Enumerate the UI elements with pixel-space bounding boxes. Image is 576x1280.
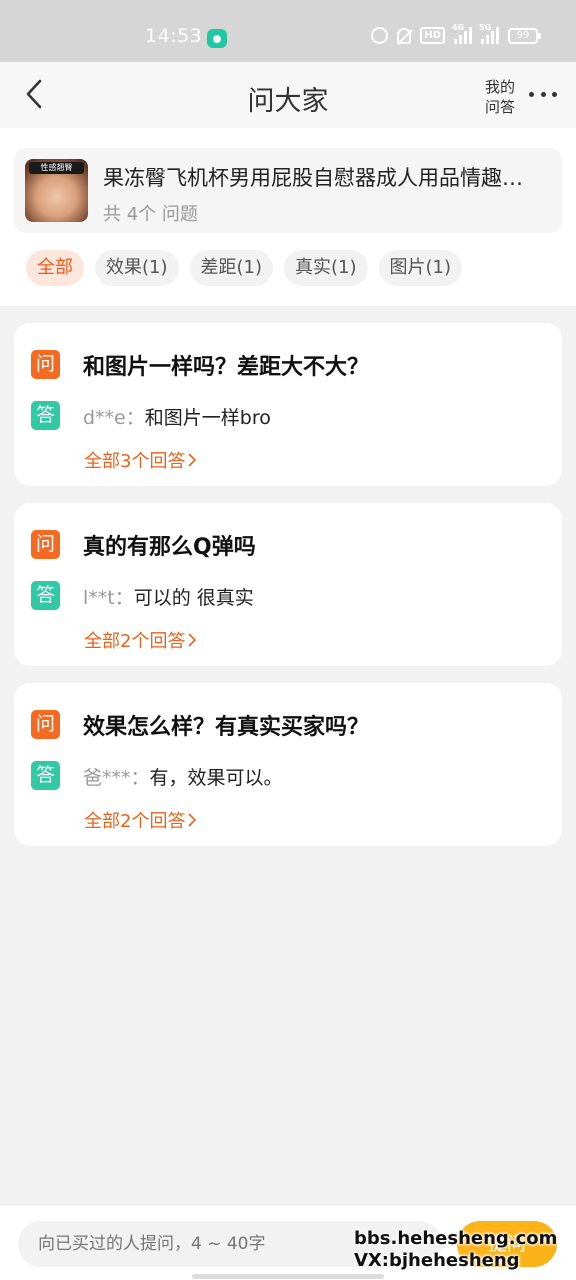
watermark: bbs.hehesheng.com VX:bjhehesheng [354,1228,557,1272]
question-badge-icon: 问 [31,530,60,559]
more-button[interactable] [525,86,561,102]
hd-icon: HD [420,27,445,44]
qa-card[interactable]: 问 和图片一样吗？差距大不大？ 答 d**e：和图片一样bro 全部3个回答 [14,323,562,486]
answer-user: 爸***： [83,767,150,789]
product-name: 果冻臀飞机杯男用屁股自慰器成人用品情趣用品 [103,166,543,190]
my-qa-link[interactable]: 我的问答 [482,77,518,117]
question-badge-icon: 问 [31,350,60,379]
alarm-icon [371,27,389,44]
question-count: 共 4个 问题 [103,204,198,225]
all-answers-link[interactable]: 全部3个回答 [84,447,197,473]
product-card[interactable]: 性感翘臀 果冻臀飞机杯男用屁股自慰器成人用品情趣用品 共 4个 问题 [14,148,562,233]
filter-tag-difference[interactable]: 差距(1) [189,250,273,286]
all-answers-link[interactable]: 全部2个回答 [84,627,197,653]
qa-list: 问 和图片一样吗？差距大不大？ 答 d**e：和图片一样bro 全部3个回答 问… [14,323,562,863]
answer-line: l**t：可以的 很真实 [83,583,254,610]
thumb-label: 性感翘臀 [29,162,84,174]
answer-line: 爸***：有，效果可以。 [83,763,283,790]
notification-app-icon [207,29,227,48]
answer-user: d**e： [83,407,145,429]
answer-text: 有，效果可以。 [149,767,283,789]
all-answers-label: 全部2个回答 [84,811,186,832]
watermark-line-2: VX:bjhehesheng [354,1250,520,1271]
chevron-right-icon [188,453,197,467]
chevron-right-icon [188,813,197,827]
all-answers-link[interactable]: 全部2个回答 [84,807,197,833]
status-time: 14:53 [145,25,203,47]
filter-tag-real[interactable]: 真实(1) [284,250,368,286]
watermark-line-1: bbs.hehesheng.com [354,1228,558,1249]
all-answers-label: 全部3个回答 [84,451,186,472]
signal-5g-icon: 5G [479,23,499,44]
answer-badge-icon: 答 [31,761,60,790]
answer-text: 和图片一样bro [144,407,271,429]
filter-bar: 全部 效果(1) 差距(1) 真实(1) 图片(1) [26,250,462,286]
filter-tag-images[interactable]: 图片(1) [378,250,462,286]
question-text: 真的有那么Q弹吗 [83,535,256,560]
battery-icon: 99 [508,27,541,44]
qa-card[interactable]: 问 真的有那么Q弹吗 答 l**t：可以的 很真实 全部2个回答 [14,503,562,666]
home-indicator [192,1274,384,1279]
nav-bar: 问大家 我的问答 [0,62,576,128]
product-thumbnail: 性感翘臀 [25,159,88,222]
answer-badge-icon: 答 [31,581,60,610]
header-panel: 性感翘臀 果冻臀飞机杯男用屁股自慰器成人用品情趣用品 共 4个 问题 全部 效果… [0,128,576,306]
question-text: 和图片一样吗？差距大不大？ [83,355,370,380]
answer-text: 可以的 很真实 [133,587,254,609]
answer-line: d**e：和图片一样bro [83,403,271,430]
question-text: 效果怎么样？有真实买家吗？ [83,715,370,740]
answer-user: l**t： [83,587,134,609]
filter-tag-all[interactable]: 全部 [26,250,84,286]
chevron-right-icon [188,633,197,647]
filter-tag-effect[interactable]: 效果(1) [95,250,179,286]
more-dots-icon [529,91,534,97]
all-answers-label: 全部2个回答 [84,631,186,652]
status-bar: 14:53 HD 4G 5G 99 [0,0,576,62]
status-icons: HD 4G 5G 99 [371,23,541,44]
question-badge-icon: 问 [31,710,60,739]
qa-card[interactable]: 问 效果怎么样？有真实买家吗？ 答 爸***：有，效果可以。 全部2个回答 [14,683,562,846]
mute-bell-icon [397,27,412,44]
answer-badge-icon: 答 [31,401,60,430]
signal-4g-icon: 4G [452,23,472,44]
